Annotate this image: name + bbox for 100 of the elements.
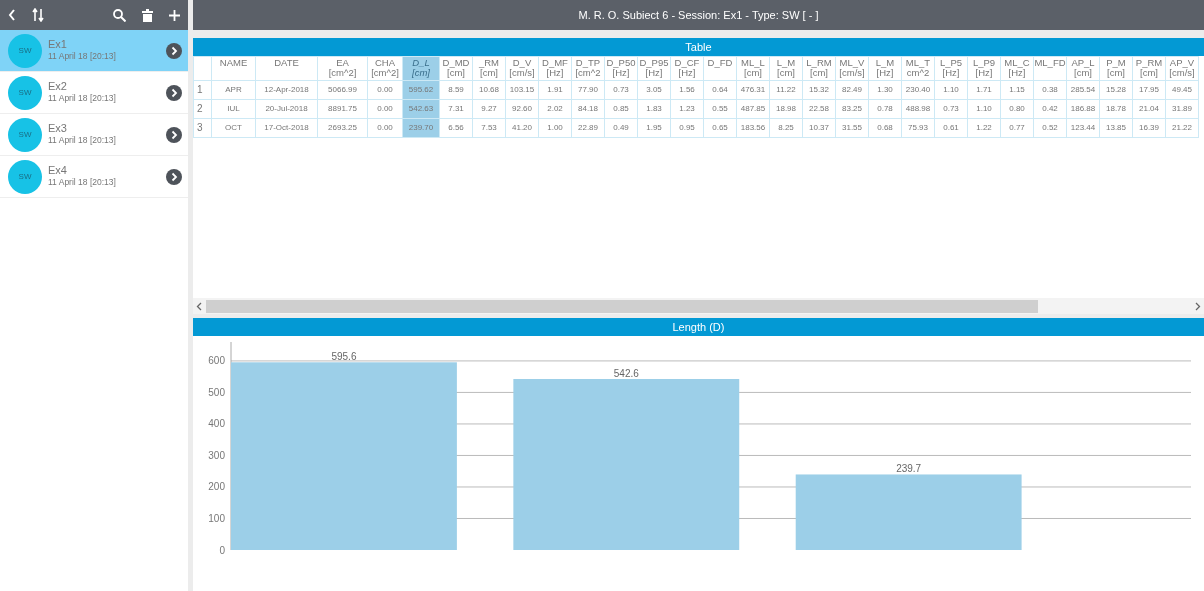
table-cell: 49.45 — [1165, 80, 1199, 100]
table-cell: 10.37 — [802, 118, 836, 138]
search-icon[interactable] — [113, 8, 126, 22]
sidebar-item[interactable]: SW Ex3 11 April 18 [20:13] — [0, 114, 188, 156]
avatar: SW — [8, 159, 42, 194]
table-cell: 10.68 — [472, 80, 506, 100]
chevron-right-icon[interactable] — [166, 42, 182, 59]
table-cell: 15.28 — [1099, 80, 1133, 100]
item-date: 11 April 18 [20:13] — [48, 176, 117, 189]
back-icon[interactable] — [8, 9, 16, 21]
sort-icon[interactable] — [32, 8, 44, 22]
table-cell: 0.73 — [604, 80, 638, 100]
table-cell: 8.59 — [439, 80, 473, 100]
table-cell: 0.00 — [367, 99, 403, 119]
sidebar-item[interactable]: SW Ex2 11 April 18 [20:13] — [0, 72, 188, 114]
column-header[interactable]: D_MD [cm] — [439, 56, 473, 81]
table-cell: 0.55 — [703, 99, 737, 119]
table-cell: 1.91 — [538, 80, 572, 100]
column-header[interactable]: L_M [cm] — [769, 56, 803, 81]
column-header[interactable]: ML_C [Hz] — [1000, 56, 1034, 81]
table-cell: 22.89 — [571, 118, 605, 138]
column-header[interactable]: ML_L [cm] — [736, 56, 770, 81]
table-cell: 0.00 — [367, 80, 403, 100]
column-header[interactable]: L_P5 [Hz] — [934, 56, 968, 81]
sidebar-item[interactable]: SW Ex4 11 April 18 [20:13] — [0, 156, 188, 198]
column-header[interactable]: NAME — [211, 56, 256, 81]
table-cell: 285.54 — [1066, 80, 1100, 100]
column-header[interactable]: AP_L [cm] — [1066, 56, 1100, 81]
table-cell: 8.25 — [769, 118, 803, 138]
table-cell: 0.38 — [1033, 80, 1067, 100]
column-header[interactable]: D_P50 [Hz] — [604, 56, 638, 81]
column-header[interactable]: EA [cm^2] — [317, 56, 368, 81]
scroll-left-icon[interactable] — [196, 301, 202, 311]
scroll-right-icon[interactable] — [1195, 301, 1201, 311]
table-cell: 0.78 — [868, 99, 902, 119]
chevron-right-icon[interactable] — [166, 168, 182, 185]
column-header[interactable]: D_L [cm] — [402, 56, 440, 81]
table-cell: 3.05 — [637, 80, 671, 100]
column-header[interactable]: D_V [cm/s] — [505, 56, 539, 81]
table-cell: 1.00 — [538, 118, 572, 138]
table-cell: 0.42 — [1033, 99, 1067, 119]
table-cell: 0.64 — [703, 80, 737, 100]
table-cell: 0.00 — [367, 118, 403, 138]
column-header[interactable]: P_M [cm] — [1099, 56, 1133, 81]
table-cell: 1.22 — [967, 118, 1001, 138]
table-cell: 82.49 — [835, 80, 869, 100]
column-header[interactable]: P_RM [cm] — [1132, 56, 1166, 81]
scrollbar-thumb[interactable] — [206, 299, 1038, 313]
column-header[interactable]: L_RM [cm] — [802, 56, 836, 81]
table-cell: 20-Jul-2018 — [255, 99, 318, 119]
column-header[interactable]: DATE — [255, 56, 318, 81]
table-cell: 103.15 — [505, 80, 539, 100]
table-cell: 31.55 — [835, 118, 869, 138]
table-cell: 487.85 — [736, 99, 770, 119]
column-header[interactable]: D_CF [Hz] — [670, 56, 704, 81]
column-header[interactable]: D_TP [cm^2 — [571, 56, 605, 81]
table-cell: 31.89 — [1165, 99, 1199, 119]
table-cell: 17.95 — [1132, 80, 1166, 100]
add-icon[interactable] — [169, 9, 180, 21]
table-cell: 1.83 — [637, 99, 671, 119]
column-header[interactable]: ML_V [cm/s] — [835, 56, 869, 81]
sidebar-item[interactable]: SW Ex1 11 April 18 [20:13] — [0, 30, 188, 72]
table-cell: 183.56 — [736, 118, 770, 138]
column-header[interactable]: L_P9 [Hz] — [967, 56, 1001, 81]
table-cell: 186.88 — [1066, 99, 1100, 119]
column-header[interactable]: _RM [cm] — [472, 56, 506, 81]
row-number: 2 — [193, 99, 212, 119]
item-name: Ex3 — [48, 122, 68, 135]
column-header[interactable]: D_MF [Hz] — [538, 56, 572, 81]
table-cell: 123.44 — [1066, 118, 1100, 138]
column-header[interactable]: CHA [cm^2] — [367, 56, 403, 81]
table-cell: 476.31 — [736, 80, 770, 100]
table-cell: 75.93 — [901, 118, 935, 138]
table-cell: 13.85 — [1099, 118, 1133, 138]
column-header[interactable]: D_P95 [Hz] — [637, 56, 671, 81]
column-header[interactable]: AP_V [cm/s] — [1165, 56, 1199, 81]
column-header[interactable]: ML_FD — [1033, 56, 1067, 81]
item-name: Ex2 — [48, 80, 68, 93]
column-header[interactable]: L_M [Hz] — [868, 56, 902, 81]
table-cell: 22.58 — [802, 99, 836, 119]
table-cell: 92.60 — [505, 99, 539, 119]
item-name: Ex1 — [48, 38, 68, 51]
column-header[interactable]: ML_T cm^2 — [901, 56, 935, 81]
chevron-right-icon[interactable] — [166, 84, 182, 101]
column-header[interactable]: D_FD — [703, 56, 737, 81]
data-label: 595.6 — [331, 351, 357, 363]
table-cell: 0.73 — [934, 99, 968, 119]
table-cell: 0.49 — [604, 118, 638, 138]
table-cell: 17-Oct-2018 — [255, 118, 318, 138]
table-cell: 21.22 — [1165, 118, 1199, 138]
axis-tick-label: 200 — [208, 481, 225, 493]
table-cell: 6.56 — [439, 118, 473, 138]
axis-tick-label: 600 — [208, 355, 225, 367]
table-cell: 0.77 — [1000, 118, 1034, 138]
avatar: SW — [8, 33, 42, 68]
table-cell: 21.04 — [1132, 99, 1166, 119]
item-date: 11 April 18 [20:13] — [48, 92, 117, 105]
row-number: 3 — [193, 118, 212, 138]
chevron-right-icon[interactable] — [166, 126, 182, 143]
trash-icon[interactable] — [142, 8, 153, 22]
